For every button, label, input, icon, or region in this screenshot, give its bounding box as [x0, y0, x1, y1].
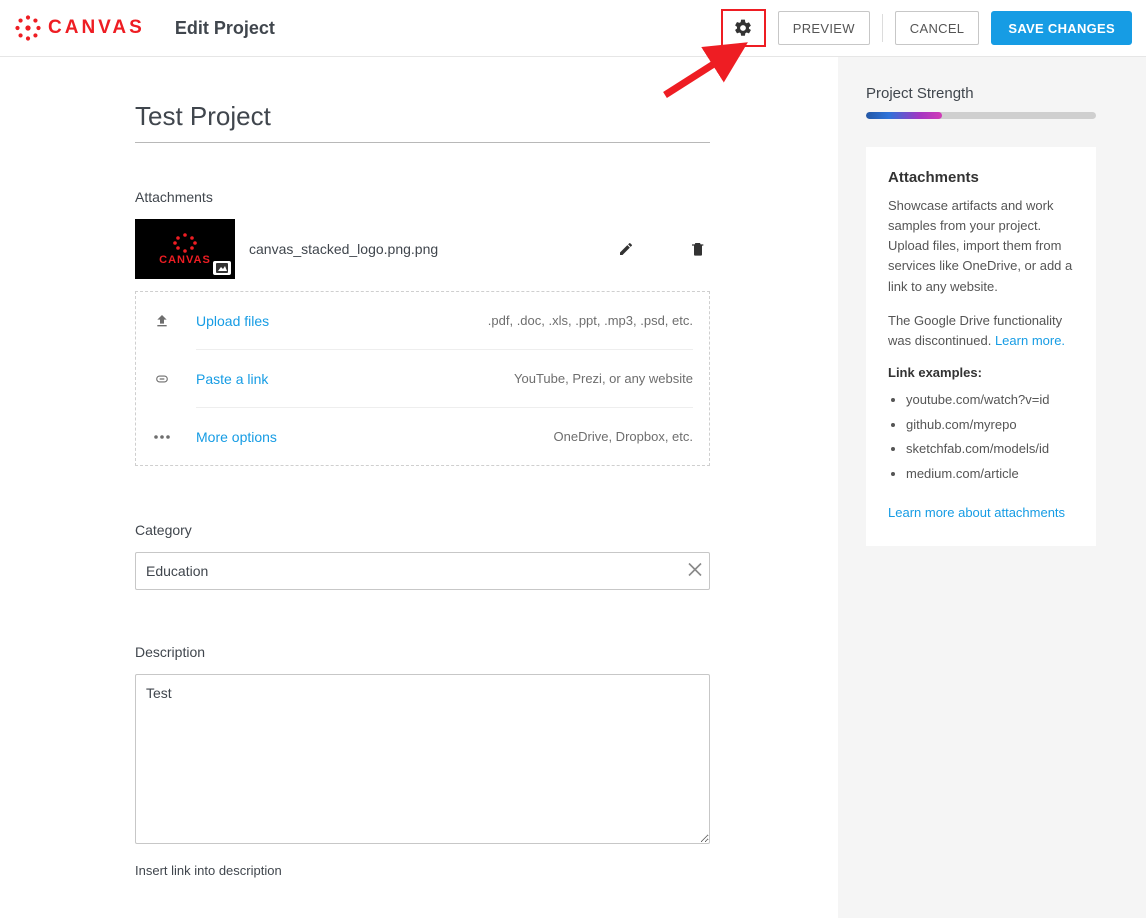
pencil-icon [618, 241, 634, 257]
close-icon [688, 563, 702, 577]
cancel-button[interactable]: CANCEL [895, 11, 980, 45]
sidebar-card: Attachments Showcase artifacts and work … [866, 147, 1096, 546]
category-clear-button[interactable] [688, 561, 702, 582]
thumb-logo-icon [165, 232, 205, 254]
link-example: youtube.com/watch?v=id [906, 388, 1074, 413]
link-example: medium.com/article [906, 462, 1074, 487]
strength-fill [866, 112, 942, 119]
paste-link-link[interactable]: Paste a link [196, 371, 268, 387]
attachment-thumbnail[interactable]: CANVAS [135, 219, 235, 279]
topbar-actions: PREVIEW CANCEL SAVE CHANGES [721, 9, 1132, 47]
separator [882, 14, 883, 42]
trash-icon [690, 240, 706, 258]
paste-link-row: Paste a link YouTube, Prezi, or any webs… [152, 350, 693, 407]
link-example: sketchfab.com/models/id [906, 437, 1074, 462]
sidebar-card-title: Attachments [888, 169, 1074, 186]
upload-files-row: Upload files .pdf, .doc, .xls, .ppt, .mp… [152, 292, 693, 349]
learn-more-link-inline[interactable]: Learn more. [995, 333, 1065, 348]
description-heading: Description [135, 644, 710, 660]
delete-attachment-button[interactable] [686, 237, 710, 261]
sidebar: Project Strength Attachments Showcase ar… [838, 57, 1146, 918]
sidebar-card-body1: Showcase artifacts and work samples from… [888, 196, 1074, 297]
upload-files-link[interactable]: Upload files [196, 313, 269, 329]
more-icon [152, 434, 172, 440]
brand: CANVAS [14, 14, 145, 42]
upload-files-hint: .pdf, .doc, .xls, .ppt, .mp3, .psd, etc. [488, 313, 693, 328]
strength-heading: Project Strength [866, 85, 1098, 102]
page-title: Edit Project [175, 18, 275, 39]
category-heading: Category [135, 522, 710, 538]
logo-icon [14, 14, 42, 42]
attachment-filename: canvas_stacked_logo.png.png [249, 241, 600, 257]
project-title-input[interactable] [135, 97, 710, 143]
insert-link-button[interactable]: Insert link into description [135, 863, 710, 878]
brand-name: CANVAS [48, 17, 145, 39]
link-icon [152, 372, 172, 386]
link-examples-list: youtube.com/watch?v=id github.com/myrepo… [888, 388, 1074, 487]
link-examples-heading: Link examples: [888, 365, 1074, 380]
link-example: github.com/myrepo [906, 413, 1074, 438]
category-input[interactable] [135, 552, 710, 590]
attachments-heading: Attachments [135, 189, 710, 205]
gear-icon [733, 18, 753, 38]
preview-button[interactable]: PREVIEW [778, 11, 870, 45]
attachment-item: CANVAS canvas_stacked_logo.png.png [135, 219, 710, 279]
learn-more-attachments-link[interactable]: Learn more about attachments [888, 505, 1065, 520]
edit-attachment-button[interactable] [614, 237, 638, 261]
paste-link-hint: YouTube, Prezi, or any website [514, 371, 693, 386]
save-button[interactable]: SAVE CHANGES [991, 11, 1132, 45]
more-options-link[interactable]: More options [196, 429, 277, 445]
upload-box: Upload files .pdf, .doc, .xls, .ppt, .mp… [135, 291, 710, 466]
strength-bar [866, 112, 1096, 119]
more-options-hint: OneDrive, Dropbox, etc. [554, 429, 693, 444]
settings-button[interactable] [721, 9, 766, 47]
main-column: Attachments CANVAS canvas_stacked_logo.p… [0, 57, 838, 918]
sidebar-card-body2: The Google Drive functionality was disco… [888, 311, 1074, 351]
more-options-row: More options OneDrive, Dropbox, etc. [152, 408, 693, 465]
image-type-icon [213, 261, 231, 275]
upload-icon [152, 313, 172, 329]
topbar: CANVAS Edit Project PREVIEW CANCEL SAVE … [0, 0, 1146, 57]
description-textarea[interactable] [135, 674, 710, 844]
